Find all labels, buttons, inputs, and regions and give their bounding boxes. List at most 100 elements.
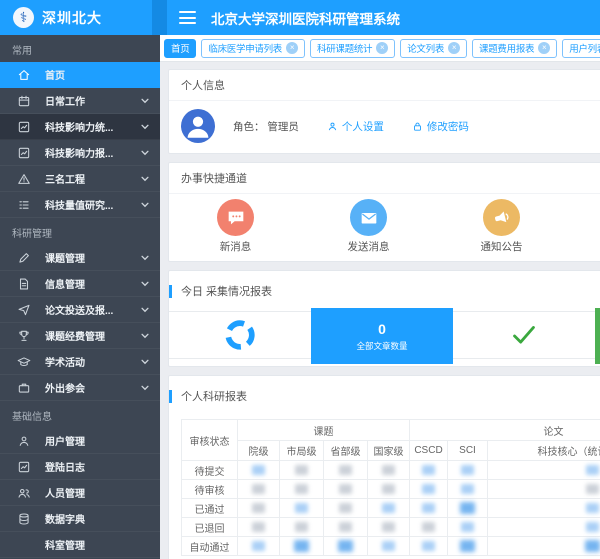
table-cell[interactable] [410, 499, 448, 518]
blurred-value[interactable] [338, 540, 353, 552]
table-cell[interactable] [324, 461, 368, 480]
sidebar-item[interactable]: 人员管理 [0, 480, 160, 506]
table-cell[interactable] [488, 480, 600, 499]
sidebar-item[interactable]: 学术活动 [0, 349, 160, 375]
table-cell[interactable] [238, 518, 280, 537]
table-cell[interactable] [324, 499, 368, 518]
tab-close-icon[interactable]: × [448, 42, 460, 54]
table-cell[interactable] [368, 480, 410, 499]
table-cell[interactable] [238, 461, 280, 480]
menu-toggle-icon[interactable] [179, 11, 196, 24]
sidebar-item[interactable]: 登陆日志 [0, 454, 160, 480]
sidebar-item[interactable]: 课题经费管理 [0, 323, 160, 349]
quick-channel-新消息[interactable]: 新消息 [169, 199, 302, 254]
blurred-value[interactable] [586, 522, 599, 532]
tab-close-icon[interactable]: × [286, 42, 298, 54]
tab-科研课题统计[interactable]: 科研课题统计× [310, 39, 395, 58]
blurred-value[interactable] [382, 484, 395, 494]
table-cell[interactable] [238, 537, 280, 556]
quick-channel-发送消息[interactable]: 发送消息 [302, 199, 435, 254]
stat-cell-spinner[interactable] [169, 312, 311, 358]
stat-cell-article-count[interactable]: 0全部文章数量 [311, 308, 453, 364]
sidebar-item[interactable]: 科技量值研究... [0, 192, 160, 218]
tab-论文列表[interactable]: 论文列表× [400, 39, 467, 58]
table-cell[interactable] [324, 480, 368, 499]
table-cell[interactable] [368, 518, 410, 537]
blurred-value[interactable] [252, 484, 265, 494]
table-cell[interactable] [410, 480, 448, 499]
sidebar-item[interactable]: 外出参会 [0, 375, 160, 401]
table-cell[interactable] [280, 537, 324, 556]
table-cell[interactable] [280, 461, 324, 480]
table-cell[interactable] [368, 537, 410, 556]
table-cell[interactable] [324, 518, 368, 537]
table-cell[interactable] [280, 499, 324, 518]
blurred-value[interactable] [461, 522, 474, 532]
blurred-value[interactable] [382, 503, 395, 513]
tab-临床医学申请列表[interactable]: 临床医学申请列表× [201, 39, 305, 58]
blurred-value[interactable] [339, 503, 352, 513]
blurred-value[interactable] [422, 465, 435, 475]
sidebar-item[interactable]: 三名工程 [0, 166, 160, 192]
table-cell[interactable] [448, 537, 488, 556]
blurred-value[interactable] [252, 522, 265, 532]
tab-课题费用报表[interactable]: 课题费用报表× [472, 39, 557, 58]
blurred-value[interactable] [382, 522, 395, 532]
blurred-value[interactable] [585, 540, 600, 552]
blurred-value[interactable] [461, 484, 474, 494]
table-cell[interactable] [368, 461, 410, 480]
table-cell[interactable] [238, 499, 280, 518]
change-password-link[interactable]: 修改密码 [412, 119, 469, 134]
blurred-value[interactable] [460, 540, 475, 552]
sidebar-item[interactable]: 首页 [0, 62, 160, 88]
table-cell[interactable] [324, 537, 368, 556]
blurred-value[interactable] [422, 522, 435, 532]
tab-用户列表[interactable]: 用户列表× [562, 39, 600, 58]
table-cell[interactable] [410, 518, 448, 537]
table-cell[interactable] [448, 499, 488, 518]
blurred-value[interactable] [339, 484, 352, 494]
blurred-value[interactable] [586, 484, 599, 494]
blurred-value[interactable] [422, 484, 435, 494]
blurred-value[interactable] [422, 503, 435, 513]
stat-cell-fill[interactable] [595, 308, 600, 364]
stat-cell-check[interactable] [453, 312, 595, 358]
sidebar-item[interactable]: 信息管理 [0, 271, 160, 297]
blurred-value[interactable] [382, 541, 395, 551]
sidebar-item[interactable]: 数据字典 [0, 506, 160, 532]
blurred-value[interactable] [586, 465, 599, 475]
table-cell[interactable] [238, 480, 280, 499]
personal-settings-link[interactable]: 个人设置 [327, 119, 384, 134]
table-cell[interactable] [280, 480, 324, 499]
sidebar-item[interactable]: 课题管理 [0, 245, 160, 271]
table-cell[interactable] [448, 518, 488, 537]
table-cell[interactable] [488, 461, 600, 480]
blurred-value[interactable] [294, 540, 309, 552]
blurred-value[interactable] [461, 465, 474, 475]
blurred-value[interactable] [295, 465, 308, 475]
blurred-value[interactable] [295, 484, 308, 494]
table-cell[interactable] [488, 518, 600, 537]
sidebar-item[interactable]: 科技影响力统... [0, 114, 160, 140]
table-cell[interactable] [448, 461, 488, 480]
blurred-value[interactable] [252, 503, 265, 513]
table-cell[interactable] [280, 518, 324, 537]
blurred-value[interactable] [460, 502, 475, 514]
table-cell[interactable] [448, 480, 488, 499]
blurred-value[interactable] [252, 541, 265, 551]
table-cell[interactable] [410, 461, 448, 480]
tab-close-icon[interactable]: × [538, 42, 550, 54]
table-cell[interactable] [410, 537, 448, 556]
blurred-value[interactable] [422, 541, 435, 551]
table-cell[interactable] [368, 499, 410, 518]
quick-channel-通知公告[interactable]: 通知公告 [435, 199, 568, 254]
tab-首页[interactable]: 首页 [164, 39, 196, 58]
sidebar-item[interactable]: 科技影响力报... [0, 140, 160, 166]
sidebar-item[interactable]: 科室管理 [0, 532, 160, 558]
blurred-value[interactable] [295, 503, 308, 513]
sidebar-item[interactable]: 论文投送及报... [0, 297, 160, 323]
blurred-value[interactable] [586, 503, 599, 513]
sidebar-item[interactable]: 用户管理 [0, 428, 160, 454]
blurred-value[interactable] [339, 465, 352, 475]
tab-close-icon[interactable]: × [376, 42, 388, 54]
